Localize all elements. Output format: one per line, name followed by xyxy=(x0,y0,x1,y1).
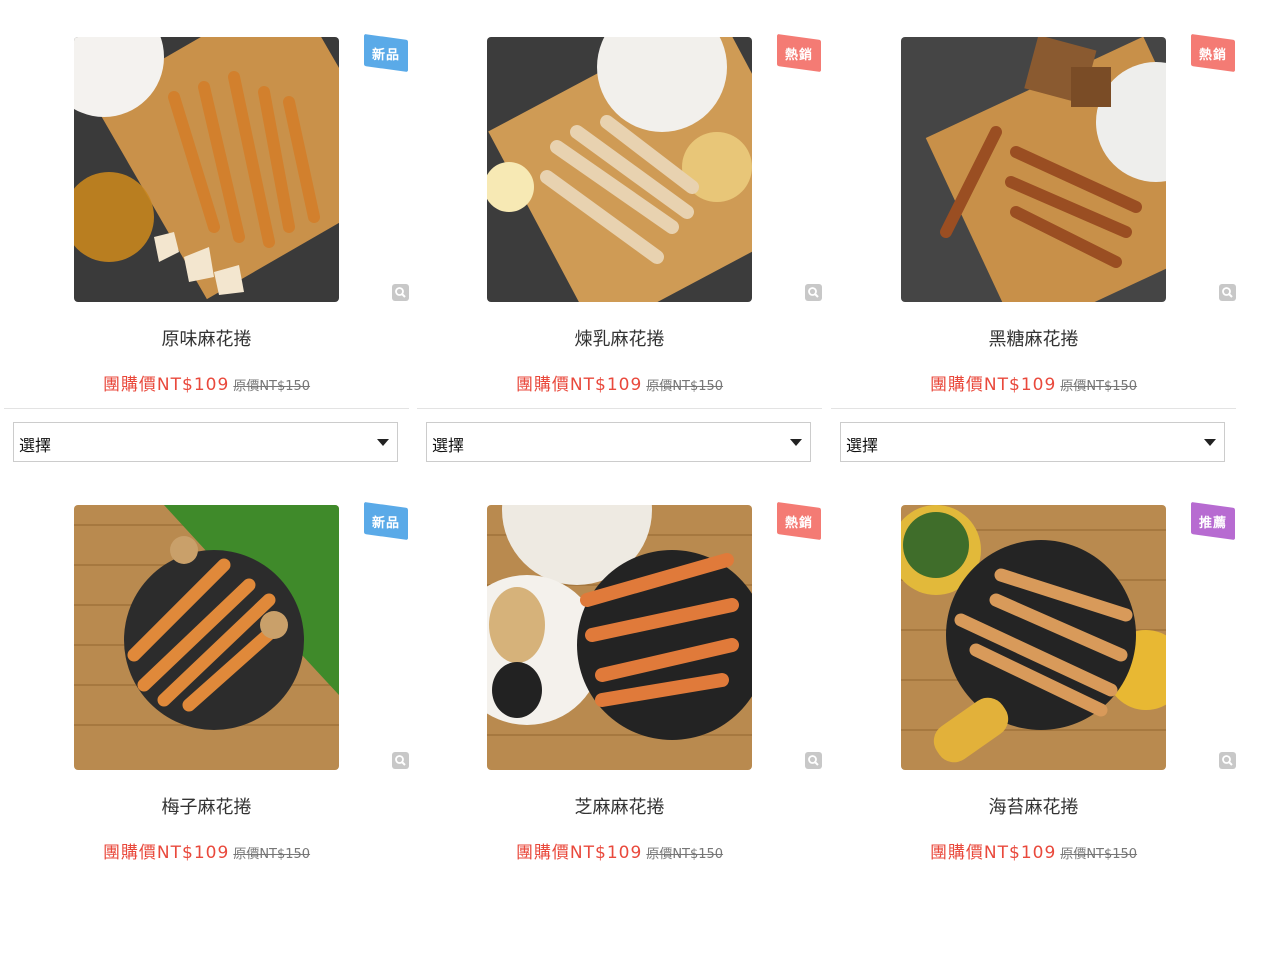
zoom-icon[interactable] xyxy=(392,284,409,301)
product-name[interactable]: 黑糖麻花捲 xyxy=(831,325,1236,351)
group-price: 團購價NT$109 xyxy=(929,843,1057,863)
chevron-down-icon xyxy=(1204,439,1216,446)
product-image[interactable] xyxy=(74,505,339,770)
zoom-icon[interactable] xyxy=(805,284,822,301)
variant-select[interactable]: 選擇 xyxy=(840,422,1225,462)
original-price: 原價NT$150 xyxy=(646,847,724,862)
product-card-original: 新品 原味麻花捲 團購價NT$109 原價NT$150 選擇 xyxy=(4,33,409,497)
variant-select[interactable]: 選擇 xyxy=(426,422,811,462)
product-name[interactable]: 原味麻花捲 xyxy=(4,325,409,351)
group-price: 團購價NT$109 xyxy=(515,843,643,863)
product-price: 團購價NT$109 原價NT$150 xyxy=(4,838,409,863)
product-name[interactable]: 芝麻麻花捲 xyxy=(417,793,822,819)
badge-recommended: 推薦 xyxy=(1191,501,1235,541)
group-price: 團購價NT$109 xyxy=(515,375,643,395)
product-card-sesame: 熱銷 芝麻麻花捲 團購價NT$109 原價NT$150 xyxy=(417,501,822,965)
product-card-condensed-milk: 熱銷 煉乳麻花捲 團購價NT$109 原價NT$150 選擇 xyxy=(417,33,822,497)
product-name[interactable]: 煉乳麻花捲 xyxy=(417,325,822,351)
product-card-plum: 新品 梅子麻花捲 團購價NT$109 原價NT$150 xyxy=(4,501,409,965)
product-image[interactable] xyxy=(487,505,752,770)
badge-hot: 熱銷 xyxy=(777,33,821,73)
zoom-icon[interactable] xyxy=(805,752,822,769)
badge-hot: 熱銷 xyxy=(1191,33,1235,73)
product-card-brown-sugar: 熱銷 黑糖麻花捲 團購價NT$109 原價NT$150 選擇 xyxy=(831,33,1236,497)
product-name[interactable]: 海苔麻花捲 xyxy=(831,793,1236,819)
product-price: 團購價NT$109 原價NT$150 xyxy=(417,370,822,395)
group-price: 團購價NT$109 xyxy=(102,843,230,863)
original-price: 原價NT$150 xyxy=(233,379,311,394)
product-image[interactable] xyxy=(487,37,752,302)
badge-hot: 熱銷 xyxy=(777,501,821,541)
product-card-seaweed: 推薦 海苔麻花捲 團購價NT$109 原價NT$150 xyxy=(831,501,1236,965)
product-price: 團購價NT$109 原價NT$150 xyxy=(831,370,1236,395)
product-image[interactable] xyxy=(901,505,1166,770)
product-name[interactable]: 梅子麻花捲 xyxy=(4,793,409,819)
zoom-icon[interactable] xyxy=(392,752,409,769)
zoom-icon[interactable] xyxy=(1219,284,1236,301)
divider xyxy=(831,408,1236,409)
group-price: 團購價NT$109 xyxy=(102,375,230,395)
product-image[interactable] xyxy=(901,37,1166,302)
divider xyxy=(4,408,409,409)
original-price: 原價NT$150 xyxy=(1060,379,1138,394)
chevron-down-icon xyxy=(377,439,389,446)
zoom-icon[interactable] xyxy=(1219,752,1236,769)
product-price: 團購價NT$109 原價NT$150 xyxy=(4,370,409,395)
group-price: 團購價NT$109 xyxy=(929,375,1057,395)
original-price: 原價NT$150 xyxy=(233,847,311,862)
product-price: 團購價NT$109 原價NT$150 xyxy=(831,838,1236,863)
variant-select[interactable]: 選擇 xyxy=(13,422,398,462)
divider xyxy=(417,408,822,409)
badge-new: 新品 xyxy=(364,33,408,73)
original-price: 原價NT$150 xyxy=(646,379,724,394)
product-price: 團購價NT$109 原價NT$150 xyxy=(417,838,822,863)
original-price: 原價NT$150 xyxy=(1060,847,1138,862)
badge-new: 新品 xyxy=(364,501,408,541)
chevron-down-icon xyxy=(790,439,802,446)
product-image[interactable] xyxy=(74,37,339,302)
